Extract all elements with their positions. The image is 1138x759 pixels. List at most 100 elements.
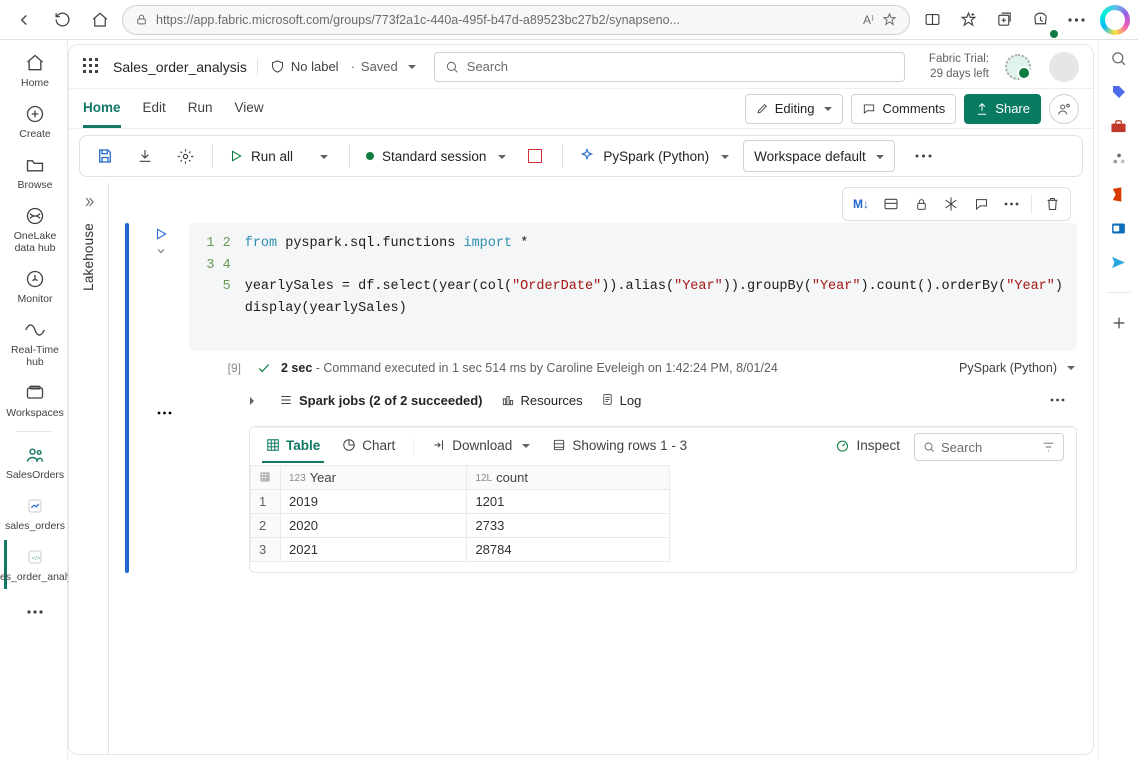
collapse-cell-icon[interactable] (155, 245, 167, 257)
share-button[interactable]: Share (964, 94, 1041, 124)
save-status[interactable]: · Saved (351, 59, 416, 74)
table-corner[interactable] (251, 465, 281, 489)
edge-send-icon[interactable] (1109, 252, 1129, 272)
result-table: 123Year 12Lcount 12019120122020273332021… (250, 465, 670, 562)
edge-tag-icon[interactable] (1109, 82, 1129, 102)
favorite-icon[interactable] (882, 12, 897, 27)
rail-more[interactable] (4, 595, 64, 629)
editing-mode-button[interactable]: Editing (745, 94, 844, 124)
output-search-input[interactable]: Search (914, 433, 1064, 461)
filter-icon[interactable] (1042, 441, 1055, 453)
edge-office-icon[interactable] (1109, 184, 1129, 204)
settings-icon[interactable] (170, 141, 200, 171)
edge-games-icon[interactable] (1109, 150, 1129, 170)
address-bar[interactable]: https://app.fabric.microsoft.com/groups/… (122, 5, 910, 35)
rail-create[interactable]: Create (4, 97, 64, 146)
code-editor[interactable]: 1 2 3 4 5 from pyspark.sql.functions imp… (189, 223, 1077, 351)
copresence-button[interactable] (1049, 94, 1079, 124)
global-search-input[interactable]: Search (434, 52, 905, 82)
tab-home[interactable]: Home (83, 89, 121, 128)
trial-badge[interactable]: Fabric Trial:29 days left (929, 52, 989, 81)
toolbar: Run all Standard session PySpark (Python… (79, 135, 1083, 177)
favorites-icon[interactable] (952, 4, 984, 36)
rail-realtime[interactable]: Real-Time hub (4, 313, 64, 374)
spark-icon (579, 148, 595, 164)
edge-toolbox-icon[interactable] (1109, 116, 1129, 136)
stop-button[interactable] (520, 141, 550, 171)
tab-view[interactable]: View (235, 89, 264, 128)
rail-home[interactable]: Home (4, 46, 64, 95)
status-dot-icon (366, 152, 374, 160)
session-status[interactable]: Standard session (362, 141, 510, 171)
col-header-count[interactable]: 12Lcount (467, 465, 670, 489)
sensitivity-label[interactable]: No label (270, 59, 339, 74)
back-button[interactable] (8, 4, 40, 36)
search-icon (445, 60, 459, 74)
run-all-dropdown[interactable] (307, 141, 337, 171)
resources-button[interactable]: Resources (501, 393, 583, 408)
plus-circle-icon (24, 103, 46, 125)
delete-cell-icon[interactable] (1042, 194, 1062, 214)
run-all-button[interactable]: Run all (225, 141, 297, 171)
comments-button[interactable]: Comments (851, 94, 956, 124)
freeze-icon[interactable] (941, 194, 961, 214)
home-button[interactable] (84, 4, 116, 36)
cell-output-more-icon[interactable] (157, 411, 172, 415)
performance-icon[interactable] (1024, 4, 1056, 36)
log-button[interactable]: Log (601, 393, 642, 408)
spark-jobs-status[interactable]: Spark jobs (2 of 2 succeeded) (279, 393, 483, 408)
table-row[interactable]: 3202128784 (251, 537, 670, 561)
markdown-toggle[interactable]: M↓ (851, 194, 871, 214)
lock-icon[interactable] (911, 194, 931, 214)
browser-chrome: https://app.fabric.microsoft.com/groups/… (0, 0, 1138, 40)
cell-kernel-selector[interactable]: PySpark (Python) (959, 361, 1075, 375)
play-icon (229, 149, 243, 163)
rail-browse[interactable]: Browse (4, 148, 64, 197)
rail-notebook-item[interactable]: </>Sales_order_analysis (4, 540, 64, 589)
download-arrow-icon (432, 438, 446, 452)
rail-onelake[interactable]: OneLake data hub (4, 199, 64, 260)
expand-jobs-icon[interactable] (249, 393, 261, 408)
rail-workspaces[interactable]: Workspaces (4, 376, 64, 425)
kernel-selector[interactable]: PySpark (Python) (575, 141, 733, 171)
avatar[interactable] (1049, 52, 1079, 82)
cell-more-icon[interactable] (1001, 194, 1021, 214)
rail-label: Browse (17, 179, 52, 191)
rail-monitor[interactable]: Monitor (4, 262, 64, 311)
edge-add-icon[interactable] (1109, 313, 1129, 333)
output-more-icon[interactable] (1050, 398, 1065, 402)
table-row[interactable]: 220202733 (251, 513, 670, 537)
toolbar-more-icon[interactable] (909, 141, 939, 171)
environment-selector[interactable]: Workspace default (743, 140, 895, 172)
table-row[interactable]: 120191201 (251, 489, 670, 513)
realtime-icon (24, 319, 46, 341)
download-icon[interactable] (130, 141, 160, 171)
refresh-button[interactable] (46, 4, 78, 36)
split-screen-icon[interactable] (916, 4, 948, 36)
rail-sales-orders-item[interactable]: sales_orders (4, 489, 64, 538)
svg-text:</>: </> (31, 555, 41, 562)
edge-search-icon[interactable] (1109, 48, 1129, 68)
tab-run[interactable]: Run (188, 89, 213, 128)
edge-outlook-icon[interactable] (1109, 218, 1129, 238)
more-icon[interactable] (1060, 4, 1092, 36)
cell-output-toggle-icon[interactable] (881, 194, 901, 214)
output-tab-chart[interactable]: Chart (338, 432, 399, 463)
file-name[interactable]: Sales_order_analysis (113, 59, 258, 75)
save-icon[interactable] (90, 141, 120, 171)
app-launcher-icon[interactable] (83, 58, 101, 76)
download-button[interactable]: Download (428, 432, 534, 463)
comment-cell-icon[interactable] (971, 194, 991, 214)
tab-edit[interactable]: Edit (143, 89, 166, 128)
output-tab-table[interactable]: Table (262, 432, 324, 463)
expand-icon[interactable] (82, 195, 96, 209)
run-cell-button[interactable] (154, 227, 168, 241)
lakehouse-panel-collapsed[interactable]: Lakehouse (69, 183, 109, 754)
rail-salesorders[interactable]: SalesOrders (4, 438, 64, 487)
read-aloud-icon[interactable]: A⁾ (863, 13, 874, 27)
inspect-button[interactable]: Inspect (831, 432, 904, 463)
presence-indicator[interactable] (1005, 54, 1031, 80)
collections-icon[interactable] (988, 4, 1020, 36)
col-header-year[interactable]: 123Year (281, 465, 467, 489)
copilot-icon[interactable] (1100, 5, 1130, 35)
